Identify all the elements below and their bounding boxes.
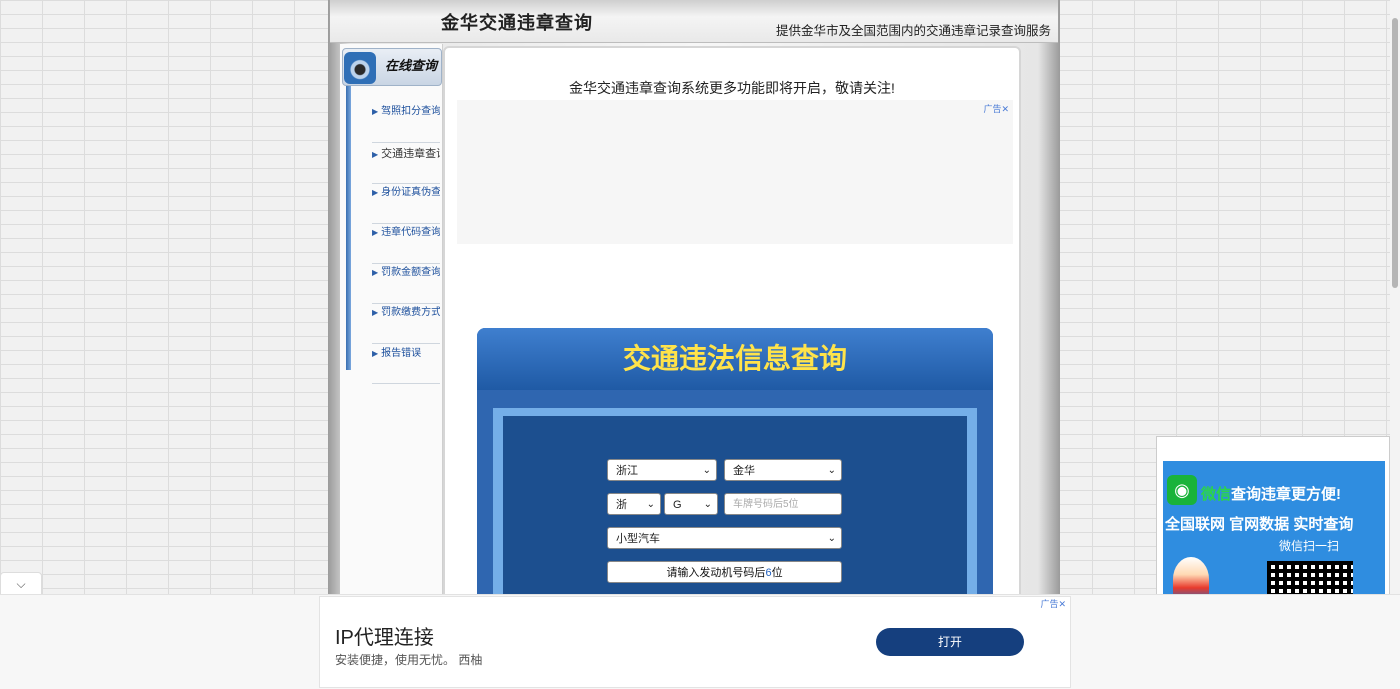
plate-letter-select[interactable]: G ⌄ bbox=[664, 493, 718, 515]
arrow-icon: ▶ bbox=[372, 308, 379, 317]
chevron-down-icon: ⌄ bbox=[702, 465, 711, 476]
ad-tag[interactable]: 广告✕ bbox=[1040, 597, 1066, 610]
arrow-icon: ▶ bbox=[372, 188, 379, 197]
site-title: 金华交通违章查询 bbox=[441, 13, 593, 34]
bottom-ad[interactable]: 广告✕ IP代理连接 安装便捷，使用无忧。 西柚 打开 bbox=[319, 596, 1071, 688]
sidebar-item-id-check[interactable]: ▶身份证真伪查询 bbox=[372, 183, 440, 224]
top-ad-slot[interactable]: 广告✕ bbox=[457, 100, 1013, 244]
sidebar-item-violation-query[interactable]: ▶交通违章查询 bbox=[372, 143, 440, 184]
chevron-down-icon: ⌄ bbox=[827, 533, 836, 544]
online-query-label: 在线查询 bbox=[385, 58, 438, 73]
arrow-icon: ▶ bbox=[372, 349, 379, 358]
site-subtitle: 提供金华市及全国范围内的交通违章记录查询服务 bbox=[776, 24, 1052, 38]
sidebar-item-fine-payment[interactable]: ▶ 罚款缴费方式 bbox=[372, 303, 440, 344]
chevron-down-icon: ⌄ bbox=[646, 499, 655, 510]
arrow-icon: ▶ bbox=[372, 228, 379, 237]
sidebar-item-violation-code[interactable]: ▶ 违章代码查询 bbox=[372, 223, 440, 264]
query-frame: 浙江 ⌄ 金华 ⌄ 浙 ⌄ G ⌄ 车牌号码后5位 小型汽车 ⌄ 请输入发动机号码后6位 bbox=[493, 408, 977, 602]
wechat-icon: ◉ bbox=[1167, 475, 1197, 505]
wechat-ad-line3: 微信扫一扫 bbox=[1279, 539, 1340, 553]
collapse-ad-button[interactable]: ⌵ bbox=[0, 572, 42, 595]
sidebar-item-fine-amount[interactable]: ▶ 罚款金额查询 bbox=[372, 263, 440, 304]
sidebar-item-license-points[interactable]: ▶ 驾照扣分查询 bbox=[372, 102, 440, 143]
wechat-ad-line1: 微信查询违章更方便! bbox=[1201, 486, 1342, 503]
sidebar-accent-bar bbox=[346, 80, 351, 370]
main-content: 金华交通违章查询系统更多功能即将开启，敬请关注! 广告✕ 交通违法信息查询 浙江… bbox=[443, 46, 1021, 604]
city-select[interactable]: 金华 ⌄ bbox=[724, 459, 842, 481]
province-select[interactable]: 浙江 ⌄ bbox=[607, 459, 717, 481]
camera-icon bbox=[344, 52, 376, 84]
open-button[interactable]: 打开 bbox=[876, 628, 1024, 656]
engine-number-field[interactable]: 请输入发动机号码后6位 bbox=[607, 561, 842, 583]
vehicle-type-select[interactable]: 小型汽车 ⌄ bbox=[607, 527, 842, 549]
close-icon[interactable]: ✕ bbox=[1001, 104, 1009, 114]
query-title: 交通违法信息查询 bbox=[477, 328, 993, 390]
wechat-ad-line2: 全国联网 官网数据 实时查询 bbox=[1165, 516, 1354, 533]
plate-number-input[interactable]: 车牌号码后5位 bbox=[724, 493, 842, 515]
query-form: 浙江 ⌄ 金华 ⌄ 浙 ⌄ G ⌄ 车牌号码后5位 小型汽车 ⌄ 请输入发动机号码后6位 bbox=[503, 416, 967, 602]
violation-query-panel: 交通违法信息查询 浙江 ⌄ 金华 ⌄ 浙 ⌄ G ⌄ 车牌号码后5位 小型汽车 ⌄ bbox=[477, 328, 993, 602]
notice-text: 金华交通违章查询系统更多功能即将开启，敬请关注! bbox=[569, 80, 895, 96]
chevron-down-icon: ⌄ bbox=[827, 465, 836, 476]
arrow-icon: ▶ bbox=[372, 150, 379, 159]
plate-prefix-select[interactable]: 浙 ⌄ bbox=[607, 493, 661, 515]
wechat-ad-banner[interactable]: ◉ 微信查询违章更方便! 全国联网 官网数据 实时查询 微信扫一扫 bbox=[1163, 461, 1385, 601]
close-icon[interactable]: ✕ bbox=[1058, 599, 1066, 609]
bottom-ad-title: IP代理连接 bbox=[335, 627, 434, 649]
sidebar-item-report-error[interactable]: ▶ 报告错误 bbox=[372, 343, 440, 384]
arrow-icon: ▶ bbox=[372, 268, 379, 277]
arrow-icon: ▶ bbox=[372, 107, 379, 116]
chevron-down-icon: ⌵ bbox=[16, 577, 26, 591]
bottom-ad-description: 安装便捷，使用无忧。 西柚 bbox=[335, 653, 483, 667]
wechat-ad[interactable]: ◉ 微信查询违章更方便! 全国联网 官网数据 实时查询 微信扫一扫 bbox=[1156, 436, 1390, 602]
chevron-down-icon: ⌄ bbox=[703, 499, 712, 510]
ad-tag[interactable]: 广告✕ bbox=[983, 102, 1009, 115]
scrollbar-thumb[interactable] bbox=[1392, 18, 1398, 288]
